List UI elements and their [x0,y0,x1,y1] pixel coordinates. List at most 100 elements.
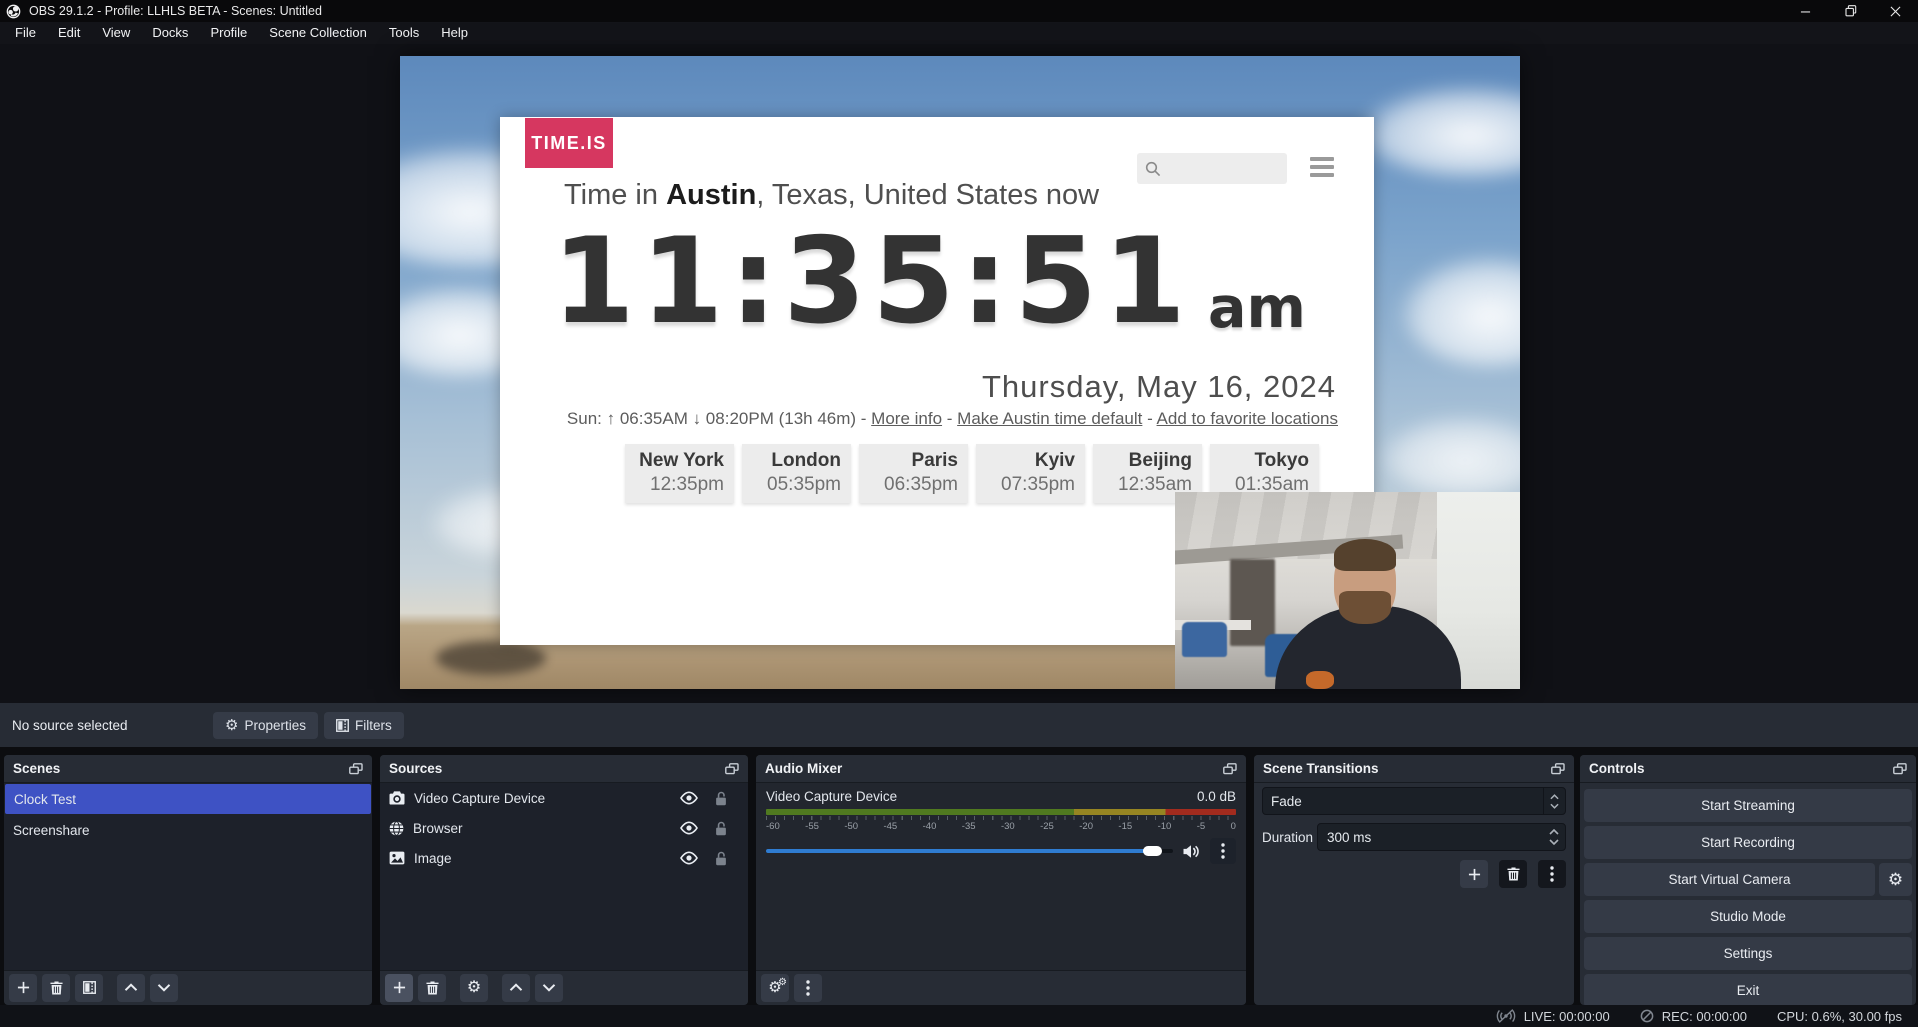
stream-inactive-icon [1496,1009,1516,1023]
source-toolbar: No source selected ⚙ Properties Filters [0,703,1918,747]
visibility-eye-icon[interactable] [679,791,699,805]
dock-popout-icon[interactable] [1223,763,1237,775]
settings-button[interactable]: Settings [1584,937,1912,970]
city-card: Paris06:35pm [859,444,968,503]
dock-popout-icon[interactable] [1551,763,1565,775]
remove-scene-button[interactable] [42,974,70,1002]
live-timecode: LIVE: 00:00:00 [1524,1009,1610,1024]
menu-item-view[interactable]: View [91,22,141,44]
menu-item-help[interactable]: Help [430,22,479,44]
source-item-browser[interactable]: Browser [380,813,748,843]
meter-tick-marks [766,816,1236,820]
start-recording-button[interactable]: Start Recording [1584,826,1912,859]
filter-icon [336,719,349,732]
dock-popout-icon[interactable] [725,763,739,775]
timeis-sun-line: Sun: ↑ 06:35AM ↓ 08:20PM (13h 46m) - Mor… [567,409,1338,429]
mixer-options-dots-button[interactable] [794,974,822,1002]
visibility-eye-icon[interactable] [679,821,699,835]
remove-transition-button[interactable] [1499,860,1527,888]
move-source-up-button[interactable] [502,974,530,1002]
transition-options-dots-button[interactable] [1538,860,1566,888]
sources-list: Video Capture Device [380,783,748,970]
window-controls [1783,0,1918,22]
move-source-down-button[interactable] [535,974,563,1002]
menu-item-edit[interactable]: Edit [47,22,91,44]
filters-button[interactable]: Filters [324,712,404,739]
visibility-eye-icon[interactable] [679,851,699,865]
make-default-link: Make Austin time default [957,409,1142,428]
lock-icon[interactable] [715,821,727,836]
scenes-dock: Scenes Clock Test Screenshare [4,755,372,1005]
status-bar: LIVE: 00:00:00 REC: 00:00:00 CPU: 0.6%, … [0,1005,1918,1027]
scene-transitions-dock: Scene Transitions Fade Duration [1254,755,1574,1005]
dock-popout-icon[interactable] [349,763,363,775]
move-scene-up-button[interactable] [117,974,145,1002]
lock-icon[interactable] [715,851,727,866]
advanced-audio-gears-button[interactable]: ⚙⚙ [761,974,789,1002]
menu-item-profile[interactable]: Profile [199,22,258,44]
source-properties-button[interactable]: ⚙ [460,974,488,1002]
select-chevrons[interactable] [1543,788,1565,814]
transition-select[interactable]: Fade [1262,787,1566,815]
mixer-toolbar: ⚙⚙ [756,970,1246,1004]
image-icon [389,851,405,865]
sources-dock-title: Sources [389,761,442,776]
scene-item-screenshare[interactable]: Screenshare [4,815,372,845]
mixer-channel-name: Video Capture Device [766,789,897,804]
properties-button[interactable]: ⚙ Properties [213,712,318,739]
start-virtual-camera-button[interactable]: Start Virtual Camera [1584,863,1875,896]
volume-meter [766,809,1236,815]
menu-item-scene-collection[interactable]: Scene Collection [258,22,378,44]
restore-button[interactable] [1828,0,1873,22]
scenes-dock-title: Scenes [13,761,60,776]
spinbox-arrows[interactable] [1543,829,1565,845]
source-item-video-capture[interactable]: Video Capture Device [380,783,748,813]
add-scene-button[interactable] [9,974,37,1002]
source-item-image[interactable]: Image [380,843,748,873]
lock-icon[interactable] [715,791,727,806]
start-streaming-button[interactable]: Start Streaming [1584,789,1912,822]
menu-item-docks[interactable]: Docks [141,22,199,44]
remove-source-button[interactable] [418,974,446,1002]
move-scene-down-button[interactable] [150,974,178,1002]
studio-mode-button[interactable]: Studio Mode [1584,900,1912,933]
preview-canvas: TIME.IS Time in Austin, Texas, United St… [0,44,1918,703]
virtual-camera-settings-gear-button[interactable]: ⚙ [1879,863,1912,896]
desert-shrub [436,641,546,675]
volume-slider[interactable] [766,845,1173,857]
add-transition-button[interactable] [1460,860,1488,888]
more-info-link: More info [871,409,942,428]
menu-item-file[interactable]: File [4,22,47,44]
scene-filters-button[interactable] [75,974,103,1002]
obs-logo-icon [6,4,21,19]
cpu-fps-stats: CPU: 0.6%, 30.00 fps [1777,1009,1902,1024]
dock-popout-icon[interactable] [1893,763,1907,775]
duration-spinbox[interactable]: 300 ms [1317,823,1566,851]
sources-dock-header: Sources [380,755,748,783]
timeis-search-box [1137,153,1287,184]
clock-meridiem: am [1208,280,1306,342]
audio-mixer-title: Audio Mixer [765,761,842,776]
titlebar: OBS 29.1.2 - Profile: LLHLS BETA - Scene… [0,0,1918,22]
duration-value: 300 ms [1318,830,1543,845]
scene-item-clock-test[interactable]: Clock Test [5,784,371,814]
menu-item-tools[interactable]: Tools [378,22,430,44]
exit-button[interactable]: Exit [1584,974,1912,1005]
city-card: New York12:35pm [625,444,734,503]
timeis-clock: 11:35:51 am [552,223,1306,342]
source-status-text: No source selected [12,718,128,733]
search-icon [1145,161,1161,177]
add-source-button[interactable] [385,974,413,1002]
obs-window: OBS 29.1.2 - Profile: LLHLS BETA - Scene… [0,0,1918,1027]
audio-mixer-dock: Audio Mixer Video Capture Device 0.0 dB … [756,755,1246,1005]
channel-options-dots-button[interactable] [1210,838,1236,864]
close-button[interactable] [1873,0,1918,22]
rec-timecode: REC: 00:00:00 [1662,1009,1747,1024]
controls-title: Controls [1589,761,1645,776]
globe-icon [389,821,404,836]
mixer-channel: Video Capture Device 0.0 dB -60 -55 -50 … [756,783,1246,864]
volume-slider-handle[interactable] [1143,846,1162,856]
gear-icon: ⚙ [225,718,238,733]
minimize-button[interactable] [1783,0,1828,22]
mute-speaker-icon[interactable] [1182,844,1201,859]
